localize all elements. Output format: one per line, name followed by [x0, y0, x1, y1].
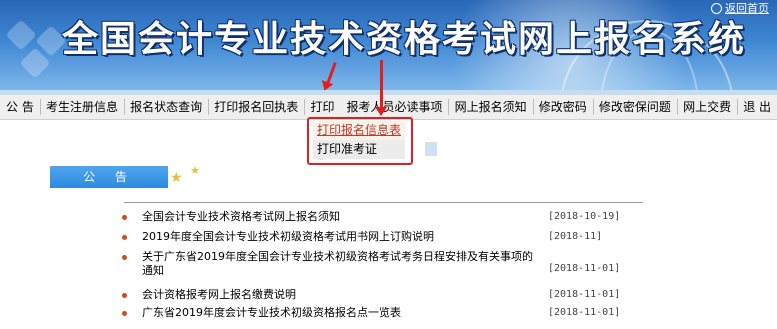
home-link[interactable]: 返回首页 [711, 0, 769, 16]
announcement-date: [2018-11-01] [548, 307, 621, 318]
announcement-header: 公 告 [50, 166, 168, 188]
menu-item-logout[interactable]: 退 出 [737, 95, 777, 119]
blurred-region [425, 142, 437, 156]
announcement-date: [2018-11-01] [548, 289, 621, 300]
bullet-icon [122, 293, 127, 298]
menu-item-print-receipt[interactable]: 打印报名回执表 [208, 95, 304, 119]
menu-item-announcement[interactable]: 公 告 [0, 95, 40, 119]
announcement-link[interactable]: 关于广东省2019年度全国会计专业技术初级资格考试考务日程安排及有关事项的通知 [142, 250, 537, 278]
star-icon: ★ [190, 164, 200, 177]
announcement-date: [2018-11] [548, 231, 603, 242]
menu-item-online-notice[interactable]: 网上报名须知 [449, 95, 533, 119]
header-banner: 全国会计专业技术资格考试网上报名系统 返回首页 [0, 0, 777, 90]
announcement-date: [2018-11-01] [548, 263, 621, 274]
home-link-label: 返回首页 [725, 2, 769, 15]
announcement-date: [2018-10-19] [548, 211, 621, 222]
menu-item-status-query[interactable]: 报名状态查询 [124, 95, 208, 119]
announcement-link[interactable]: 全国会计专业技术资格考试网上报名须知 [142, 210, 537, 224]
menu-item-change-password[interactable]: 修改密码 [533, 95, 593, 119]
announcement-link[interactable]: 广东省2019年度会计专业技术初级资格报名点一览表 [142, 306, 537, 320]
star-icon: ★ [170, 170, 183, 186]
bullet-icon [122, 255, 127, 260]
menu-item-payment[interactable]: 网上交费 [677, 95, 737, 119]
annotation-highlight-box [307, 117, 413, 165]
hex-decoration [5, 19, 37, 51]
site-title: 全国会计专业技术资格考试网上报名系统 [62, 18, 747, 60]
announcement-link[interactable]: 会计资格报考网上报名缴费说明 [142, 288, 537, 302]
menu-item-must-read[interactable]: 报考人员必读事项 [340, 95, 448, 119]
bullet-icon [122, 235, 127, 240]
announcement-divider [124, 202, 643, 203]
menu-item-print[interactable]: 打印 [304, 95, 340, 119]
bullet-icon [122, 215, 127, 220]
announcement-link[interactable]: 2019年度全国会计专业技术初级资格考试用书网上订购说明 [142, 230, 537, 244]
annotation-arrow [375, 60, 387, 116]
menu-item-register-info[interactable]: 考生注册信息 [40, 95, 124, 119]
home-icon [711, 2, 722, 14]
bullet-icon [122, 311, 127, 316]
menu-item-security-question[interactable]: 修改密保问题 [593, 95, 677, 119]
